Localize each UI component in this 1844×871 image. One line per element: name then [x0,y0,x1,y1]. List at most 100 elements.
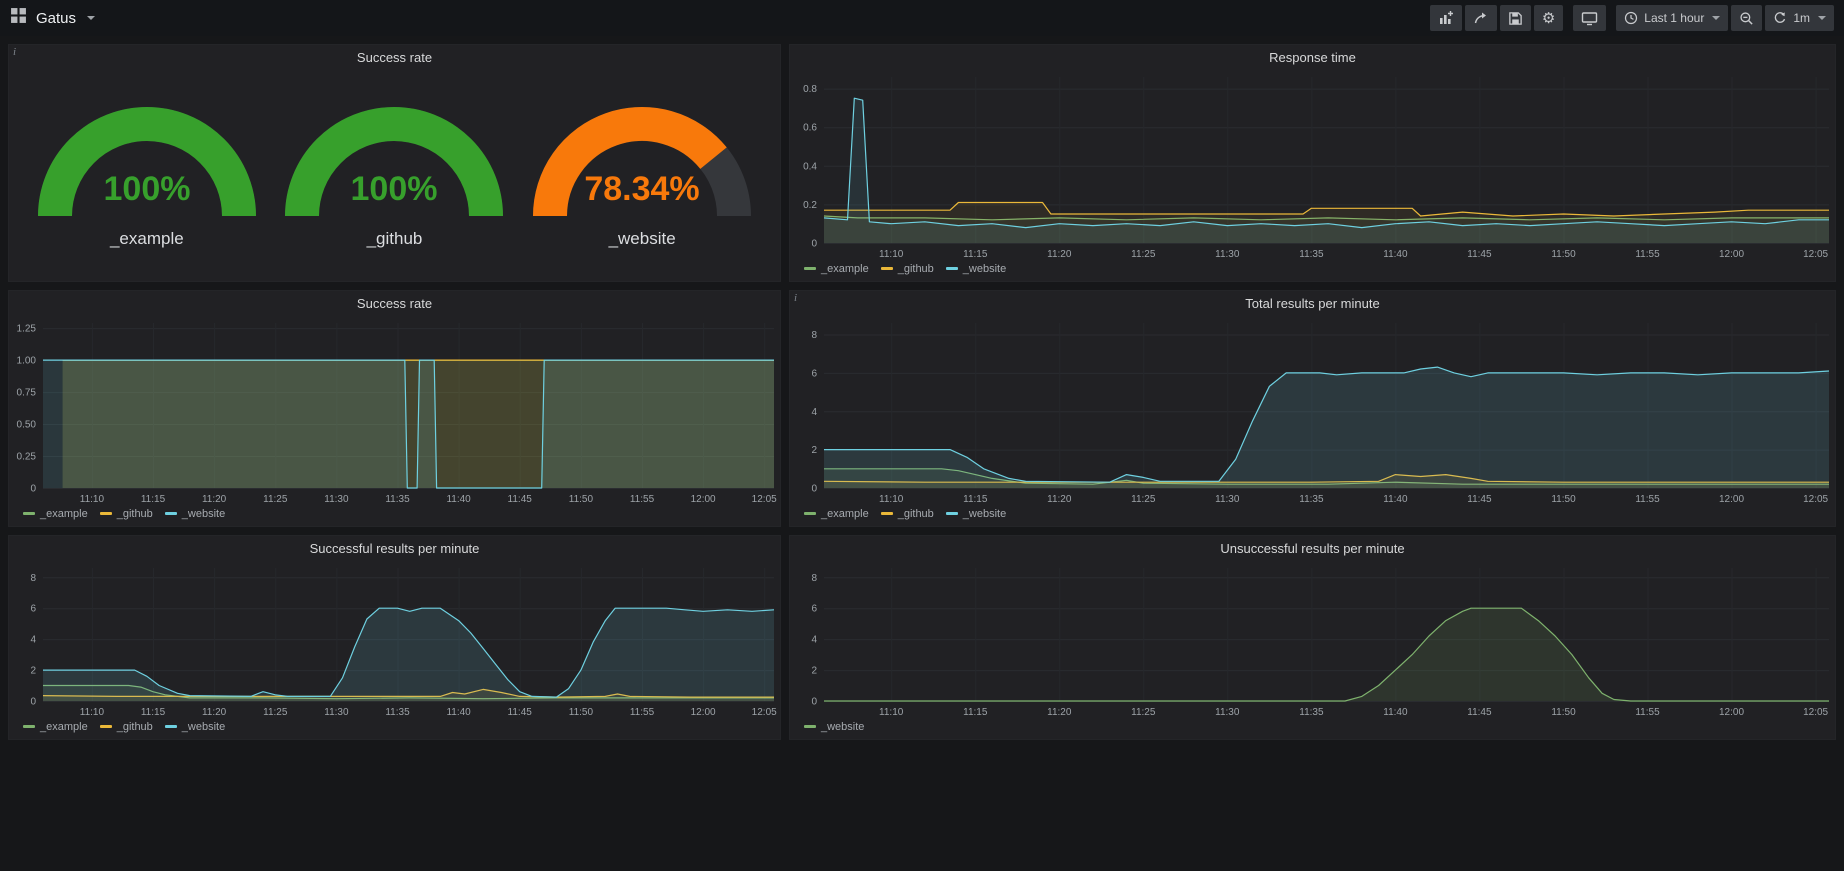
x-axis-label: 11:15 [141,494,166,505]
legend-swatch [881,267,893,270]
x-axis-label: 11:50 [1551,707,1576,718]
legend-item-_website[interactable]: _website [165,508,225,520]
legend: _example _github _website [9,719,780,739]
legend-item-_example[interactable]: _example [804,508,869,520]
zoom-out-button[interactable] [1731,5,1762,31]
x-axis-label: 12:05 [752,494,777,505]
panel-success-rate: Success rate 00.250.500.751.001.2511:101… [8,290,781,527]
caret-down-icon [87,16,95,20]
panel-title[interactable]: Success rate [9,291,780,317]
legend-item-_website[interactable]: _website [946,508,1006,520]
x-axis-label: 11:30 [1215,494,1240,505]
x-axis-label: 11:20 [1047,494,1072,505]
panel-info-icon[interactable]: i [794,292,797,304]
legend-item-_github[interactable]: _github [100,508,153,520]
legend-item-_github[interactable]: _github [100,721,153,733]
add-panel-button[interactable] [1430,5,1462,31]
y-axis-label: 8 [811,330,817,341]
response-time-chart[interactable]: 00.20.40.60.811:1011:1511:2011:2511:3011… [790,71,1835,261]
success-rate-chart[interactable]: 00.250.500.751.001.2511:1011:1511:2011:2… [9,317,780,506]
y-axis-label: 0.8 [803,84,817,95]
x-axis-label: 11:35 [1299,494,1324,505]
panel-title[interactable]: Successful results per minute [9,536,780,562]
share-button[interactable] [1465,5,1497,31]
legend-swatch [23,725,35,728]
panel-title[interactable]: Response time [790,45,1835,71]
legend-label: _example [40,721,88,733]
x-axis-label: 12:00 [1719,494,1744,505]
dashboard-row-1: i Success rate 100%_example100%_github78… [8,44,1836,282]
y-axis-label: 0.25 [17,452,37,463]
chart-canvas[interactable]: 0246811:1011:1511:2011:2511:3011:3511:40… [790,562,1835,719]
gauge-arc: 78.34% [524,103,760,223]
gauge-value: 100% [103,170,190,208]
gauge-_example: 100%_example [29,103,265,249]
panel-total-results: i Total results per minute 0246811:1011:… [789,290,1836,527]
x-axis-label: 11:45 [508,494,533,505]
dashboards-grid-icon[interactable] [10,7,27,29]
chart-canvas[interactable]: 0246811:1011:1511:2011:2511:3011:3511:40… [9,562,780,719]
x-axis-label: 11:45 [1467,707,1492,718]
x-axis-label: 11:20 [202,707,227,718]
time-range-button[interactable]: Last 1 hour [1616,5,1728,31]
series-fill-_website [824,367,1829,488]
x-axis-label: 11:45 [1467,249,1492,260]
cycle-view-button[interactable] [1573,5,1606,31]
legend: _example _github _website [790,261,1835,281]
panel-title[interactable]: Unsuccessful results per minute [790,536,1835,562]
unsuccessful-results-chart[interactable]: 0246811:1011:1511:2011:2511:3011:3511:40… [790,562,1835,719]
legend-item-_website[interactable]: _website [804,721,864,733]
legend-label: _github [898,508,934,520]
legend-item-_example[interactable]: _example [23,508,88,520]
x-axis-label: 12:00 [1719,707,1744,718]
total-results-chart[interactable]: 0246811:1011:1511:2011:2511:3011:3511:40… [790,317,1835,506]
x-axis-label: 11:55 [1635,494,1660,505]
share-icon [1473,10,1489,26]
gauge-_github: 100%_github [276,103,512,249]
y-axis-label: 4 [811,635,817,646]
x-axis-label: 11:55 [630,707,655,718]
save-button[interactable] [1500,5,1531,31]
legend-item-_github[interactable]: _github [881,263,934,275]
legend-item-_website[interactable]: _website [165,721,225,733]
x-axis-label: 11:40 [1383,249,1408,260]
dashboard-title[interactable]: Gatus [36,10,76,27]
x-axis-label: 11:55 [1635,707,1660,718]
legend-item-_example[interactable]: _example [804,263,869,275]
legend-label: _github [117,721,153,733]
panel-info-icon[interactable]: i [13,46,16,58]
x-axis-label: 11:40 [446,494,471,505]
gauge-label: _website [609,229,676,249]
x-axis-label: 11:50 [569,494,594,505]
chart-canvas[interactable]: 00.250.500.751.001.2511:1011:1511:2011:2… [9,317,780,506]
chart-canvas[interactable]: 0246811:1011:1511:2011:2511:3011:3511:40… [790,317,1835,506]
y-axis-label: 0.4 [803,161,817,172]
dashboard-row-2: Success rate 00.250.500.751.001.2511:101… [8,290,1836,527]
y-axis-label: 6 [30,604,36,615]
panel-response-time: Response time 00.20.40.60.811:1011:1511:… [789,44,1836,282]
y-axis-label: 0.2 [803,200,817,211]
x-axis-label: 11:50 [569,707,594,718]
x-axis-label: 12:00 [691,494,716,505]
y-axis-label: 0 [811,484,817,495]
legend-swatch [23,512,35,515]
refresh-button[interactable]: 1m [1765,5,1834,31]
legend-swatch [100,725,112,728]
y-axis-label: 6 [811,368,817,379]
legend-label: _github [117,508,153,520]
y-axis-label: 0.6 [803,123,817,134]
legend-label: _website [963,263,1006,275]
successful-results-chart[interactable]: 0246811:1011:1511:2011:2511:3011:3511:40… [9,562,780,719]
panel-title[interactable]: Success rate [9,45,780,71]
x-axis-label: 12:00 [1719,249,1744,260]
panel-title[interactable]: Total results per minute [790,291,1835,317]
legend-label: _github [898,263,934,275]
x-axis-label: 11:30 [1215,707,1240,718]
y-axis-label: 0 [30,484,36,495]
legend-item-_github[interactable]: _github [881,508,934,520]
legend-item-_website[interactable]: _website [946,263,1006,275]
settings-button[interactable]: ⚙ [1534,5,1563,31]
chart-canvas[interactable]: 00.20.40.60.811:1011:1511:2011:2511:3011… [790,71,1835,261]
legend-item-_example[interactable]: _example [23,721,88,733]
y-axis-label: 0.75 [17,388,37,399]
